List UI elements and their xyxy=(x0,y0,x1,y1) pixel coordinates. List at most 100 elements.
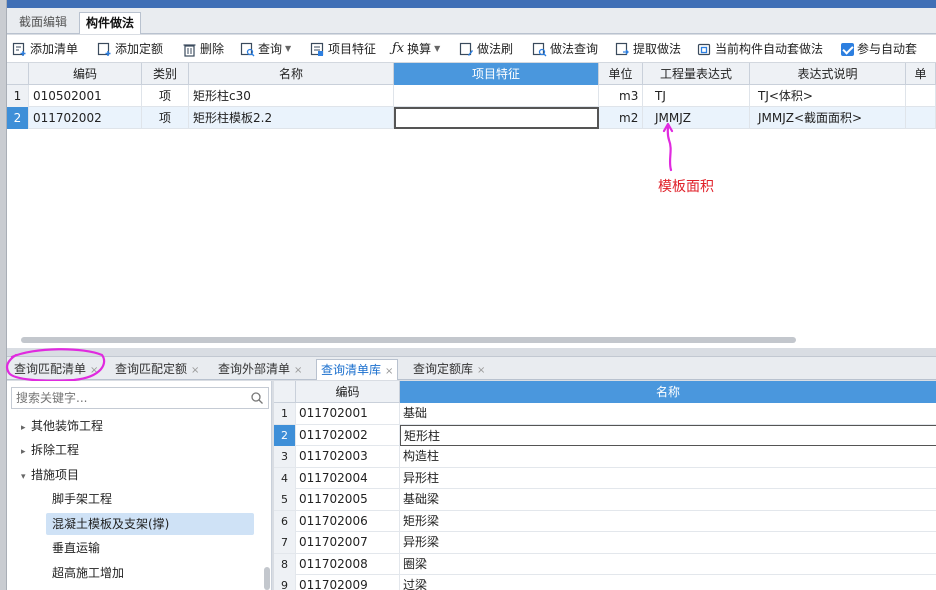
tab-component-method[interactable]: 构件做法 xyxy=(79,12,142,34)
table-row[interactable]: 1 010502001 项 矩形柱c30 m3 TJ TJ<体积> xyxy=(7,85,936,107)
cell-name[interactable]: 基础 xyxy=(400,403,936,424)
header-price-truncated[interactable]: 单 xyxy=(906,63,936,85)
query-tab-bar: 查询匹配清单 × 查询匹配定额 × 查询外部清单 × 查询清单库 × 查询定额库 × xyxy=(7,356,936,380)
participate-auto-label: 参与自动套 xyxy=(857,42,918,56)
cell-code[interactable]: 011702004 xyxy=(296,467,400,489)
tab-match-quota[interactable]: 查询匹配定额 × xyxy=(111,359,203,380)
cell-name[interactable]: 过梁 xyxy=(400,575,936,590)
method-brush-icon xyxy=(459,42,473,56)
cell-name[interactable]: 矩形柱c30 xyxy=(189,85,394,107)
tree-item-measures[interactable]: ▾ 措施项目 xyxy=(21,464,79,486)
chevron-down-icon[interactable]: ▾ xyxy=(21,466,31,488)
cell-name[interactable]: 矩形梁 xyxy=(400,511,936,532)
header-quantity-expression[interactable]: 工程量表达式 xyxy=(643,63,750,85)
search-input[interactable] xyxy=(12,388,232,408)
cell-name[interactable]: 圈梁 xyxy=(400,554,936,575)
cell-name[interactable]: 矩形柱 xyxy=(400,424,936,446)
cell-code[interactable]: 011702006 xyxy=(296,510,400,532)
tree-item-other-decoration[interactable]: ▸ 其他装饰工程 xyxy=(21,415,103,437)
extract-method-button[interactable]: 提取做法 xyxy=(615,40,681,58)
cell-expression-description[interactable]: JMMJZ<截面面积> xyxy=(750,107,906,129)
cell-unit[interactable]: m3 xyxy=(599,85,643,107)
cell-code[interactable]: 011702001 xyxy=(296,403,400,424)
auto-apply-method-button[interactable]: 当前构件自动套做法 xyxy=(697,40,823,58)
tab-quota-library-label: 查询定额库 xyxy=(413,362,474,376)
cell-code[interactable]: 011702002 xyxy=(296,424,400,446)
cell-quantity-expression[interactable]: TJ xyxy=(643,85,750,107)
query-dropdown[interactable]: 查询 ▼ xyxy=(240,40,291,58)
table-row[interactable]: 5 011702005 基础梁 xyxy=(274,489,936,511)
method-grid: 编码 类别 名称 项目特征 单位 工程量表达式 表达式说明 单 1 010502… xyxy=(7,63,936,348)
add-list-button[interactable]: 添加清单 xyxy=(12,40,78,58)
chevron-right-icon[interactable]: ▸ xyxy=(21,441,31,463)
table-row[interactable]: 3 011702003 构造柱 xyxy=(274,446,936,468)
add-quota-button[interactable]: 添加定额 xyxy=(97,40,163,58)
header-unit[interactable]: 单位 xyxy=(599,63,643,85)
table-row[interactable]: 2 011702002 矩形柱 xyxy=(274,424,936,446)
cell-type[interactable]: 项 xyxy=(142,85,189,107)
cell-name[interactable]: 矩形柱模板2.2 xyxy=(189,107,394,129)
category-tree-panel: ▸其他装饰工程 ▸拆除工程 ▾措施项目 脚手架工程 混凝土模板及支架(撑) 垂直… xyxy=(7,381,272,590)
cell-price[interactable] xyxy=(906,107,936,129)
tree-item-scaffolding[interactable]: 脚手架工程 xyxy=(52,488,118,510)
cell-unit[interactable]: m2 xyxy=(599,107,643,129)
tab-quota-library[interactable]: 查询定额库 × xyxy=(409,359,489,380)
close-icon[interactable]: × xyxy=(385,366,393,377)
cell-code[interactable]: 011702009 xyxy=(296,575,400,590)
method-brush-button[interactable]: 做法刷 xyxy=(459,40,513,58)
highlight-circle xyxy=(5,348,106,382)
horizontal-scrollbar[interactable] xyxy=(21,337,796,343)
cell-type[interactable]: 项 xyxy=(142,107,189,129)
extract-method-label: 提取做法 xyxy=(633,42,682,56)
close-icon[interactable]: × xyxy=(191,365,199,376)
cell-item-feature-editing[interactable] xyxy=(394,107,599,129)
header-expression-description[interactable]: 表达式说明 xyxy=(750,63,906,85)
query-icon xyxy=(240,42,255,56)
close-icon[interactable]: × xyxy=(477,365,485,376)
cell-item-feature[interactable] xyxy=(394,85,599,107)
header-item-feature[interactable]: 项目特征 xyxy=(394,63,599,85)
header-name[interactable]: 名称 xyxy=(189,63,394,85)
method-query-button[interactable]: 做法查询 xyxy=(532,40,598,58)
tab-section-edit[interactable]: 截面编辑 xyxy=(13,12,73,34)
header-code[interactable]: 编码 xyxy=(296,381,400,403)
cell-name[interactable]: 基础梁 xyxy=(400,489,936,510)
cell-code[interactable]: 010502001 xyxy=(29,85,142,107)
search-icon[interactable] xyxy=(250,391,264,405)
table-row[interactable]: 4 011702004 异形柱 xyxy=(274,467,936,489)
close-icon[interactable]: × xyxy=(294,365,302,376)
cell-code[interactable]: 011702002 xyxy=(29,107,142,129)
table-row[interactable]: 9 011702009 过梁 xyxy=(274,575,936,590)
table-row[interactable]: 8 011702008 圈梁 xyxy=(274,553,936,575)
tab-external-list[interactable]: 查询外部清单 × xyxy=(214,359,306,380)
cell-code[interactable]: 011702003 xyxy=(296,446,400,467)
tab-list-library[interactable]: 查询清单库 × xyxy=(316,359,399,380)
tree-item-concrete-formwork[interactable]: 混凝土模板及支架(撑) xyxy=(46,513,254,535)
header-name[interactable]: 名称 xyxy=(400,381,936,403)
convert-dropdown[interactable]: ƒx 换算 ▼ xyxy=(392,40,440,58)
table-row[interactable]: 6 011702006 矩形梁 xyxy=(274,510,936,532)
header-type[interactable]: 类别 xyxy=(142,63,189,85)
table-row[interactable]: 2 011702002 项 矩形柱模板2.2 m2 JMMJZ JMMJZ<截面… xyxy=(7,107,936,129)
table-row[interactable]: 1 011702001 基础 xyxy=(274,403,936,425)
cell-code[interactable]: 011702008 xyxy=(296,553,400,575)
vertical-scrollbar[interactable] xyxy=(264,567,270,590)
cell-price[interactable] xyxy=(906,85,936,107)
delete-button[interactable]: 删除 xyxy=(182,40,224,58)
tree-item-demolition[interactable]: ▸ 拆除工程 xyxy=(21,439,79,461)
item-feature-button[interactable]: 项目特征 xyxy=(310,40,376,58)
tree-item-vertical-transport[interactable]: 垂直运输 xyxy=(52,537,100,559)
cell-code[interactable]: 011702005 xyxy=(296,489,400,510)
trash-icon xyxy=(183,43,196,57)
cell-name[interactable]: 异形梁 xyxy=(400,532,936,553)
chevron-right-icon[interactable]: ▸ xyxy=(21,417,31,439)
cell-name[interactable]: 构造柱 xyxy=(400,446,936,467)
cell-name[interactable]: 异形柱 xyxy=(400,468,936,489)
cell-expression-description[interactable]: TJ<体积> xyxy=(750,85,906,107)
participate-auto-checkbox[interactable]: 参与自动套 xyxy=(841,40,917,58)
header-code[interactable]: 编码 xyxy=(29,63,142,85)
table-row[interactable]: 7 011702007 异形梁 xyxy=(274,532,936,554)
tree-item-super-high[interactable]: 超高施工增加 xyxy=(52,562,124,584)
top-tab-bar: 截面编辑 构件做法 xyxy=(7,8,936,34)
cell-code[interactable]: 011702007 xyxy=(296,532,400,553)
